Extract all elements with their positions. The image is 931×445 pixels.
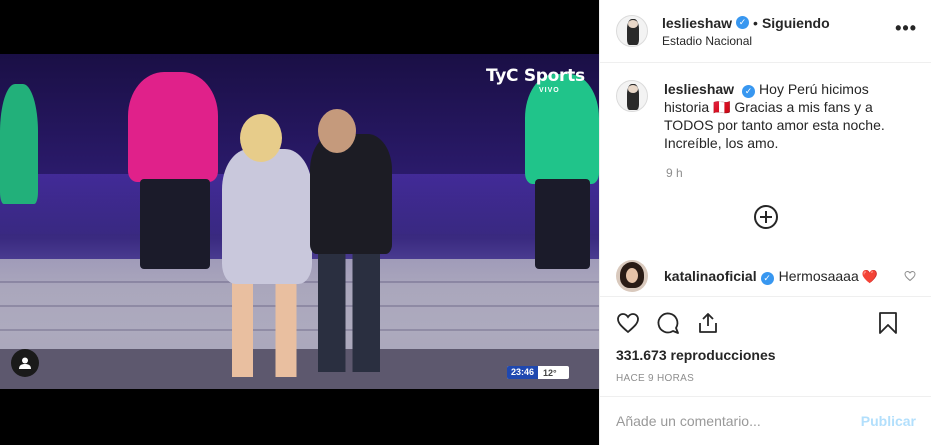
header-separator: • [753,14,758,31]
post-timestamp[interactable]: HACE 9 HORAS [616,373,916,384]
singer-male-legs [318,252,380,372]
caption-time[interactable]: 9 h [666,166,916,180]
post-header: leslieshaw ✓ • Siguiendo Estadio Naciona… [600,0,931,63]
caption-avatar[interactable] [616,80,648,112]
heart-icon [617,313,639,334]
dancer-pink-legs [140,179,210,269]
follow-button[interactable]: Siguiendo [762,15,830,31]
verified-icon: ✓ [760,271,774,285]
location-link[interactable]: Estadio Nacional [662,34,830,48]
share-button[interactable] [696,311,720,335]
user-tag-icon [19,357,31,369]
heart-emoji: ❤️ [861,268,878,284]
dancer-left [0,84,38,204]
commenter-username[interactable]: katalinaoficial [664,268,757,284]
comment-text: Hermosaaaa [778,267,859,284]
media-area: TyC Sports VIVO 23:46 12° [0,0,599,445]
post-actions: 331.673 reproducciones HACE 9 HORAS [600,296,931,406]
tv-clock-extra: 12° [543,367,557,378]
comment-button[interactable] [656,311,680,335]
tv-logo: TyC Sports [486,66,585,86]
verified-icon: ✓ [736,16,750,29]
tv-clock: 23:46 12° [507,366,569,379]
post-comment-button[interactable]: Publicar [861,413,916,429]
singer-female-legs [232,282,302,377]
save-button[interactable] [876,311,900,335]
author-username[interactable]: leslieshaw [662,15,732,31]
author-avatar[interactable] [616,15,648,47]
load-more-comments-icon[interactable] [754,205,778,229]
comment-item: katalinaoficial ✓ Hermosaaaa ❤️ [616,260,916,292]
singer-female-head [240,114,282,162]
tv-clock-time: 23:46 [507,366,539,379]
view-count[interactable]: 331.673 reproducciones [616,347,916,363]
comment-icon [657,312,679,334]
add-comment-bar: Publicar [600,396,931,445]
caption: leslieshaw ✓ Hoy Perú hicimos historia 🇵🇪 … [616,80,916,152]
comments-section: leslieshaw ✓ Hoy Perú hicimos historia 🇵🇪 … [600,64,931,296]
verified-icon: ✓ [742,85,756,98]
like-button[interactable] [616,311,640,335]
tv-logo-live: VIVO [539,87,560,94]
comment-like-icon[interactable] [904,270,916,282]
video-player[interactable]: TyC Sports VIVO 23:46 12° [0,54,599,389]
comment-input[interactable] [616,413,861,429]
more-options-icon[interactable]: ••• [895,19,917,37]
singer-male [310,134,392,254]
bookmark-icon [879,312,897,334]
dancer-pink [128,72,218,182]
dancer-right-legs [535,179,590,269]
caption-username[interactable]: leslieshaw [664,81,734,97]
singer-female [222,149,312,284]
share-icon [699,313,717,333]
post-panel: leslieshaw ✓ • Siguiendo Estadio Naciona… [599,0,931,445]
commenter-avatar[interactable] [616,260,648,292]
singer-male-head [318,109,356,153]
tagged-user-button[interactable] [11,349,39,377]
dancer-right [525,74,599,184]
